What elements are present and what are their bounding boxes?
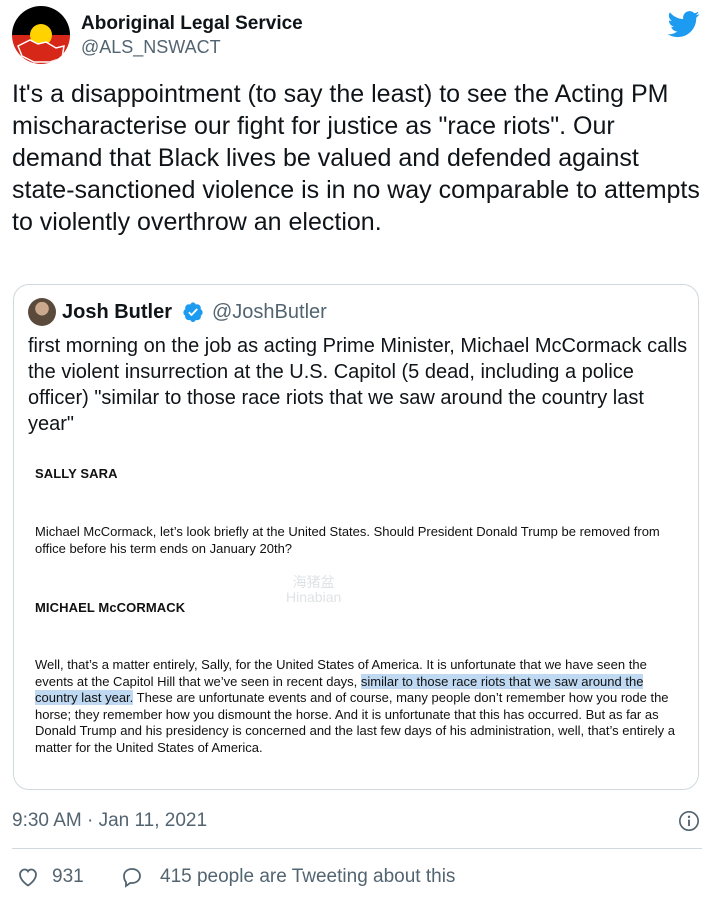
tweet-timestamp[interactable]: 9:30 AM · Jan 11, 2021	[12, 810, 207, 832]
author-name[interactable]: Aboriginal Legal Service	[81, 13, 303, 35]
tweet-actions: 931 415 people are Tweeting about this	[12, 862, 702, 892]
quoted-author-name[interactable]: Josh Butler	[62, 301, 172, 324]
speech-bubble-icon[interactable]	[120, 865, 144, 889]
watermark-line-2: Hinabian	[286, 589, 342, 605]
quoted-author-handle[interactable]: @JoshButler	[212, 301, 327, 324]
author-avatar[interactable]	[12, 6, 70, 64]
transcript-paragraph-1: Michael McCormack, let’s look briefly at…	[35, 524, 660, 556]
like-count[interactable]: 931	[52, 866, 84, 888]
transcript-image[interactable]: 海猪盆 Hinabian SALLY SARA Michael McCormac…	[14, 435, 697, 785]
info-icon[interactable]	[678, 810, 700, 832]
twitter-bird-icon[interactable]	[668, 8, 700, 40]
tweet-text: It's a disappointment (to say the least)…	[12, 80, 700, 236]
aboriginal-flag-logo	[12, 6, 70, 64]
author-handle[interactable]: @ALS_NSWACT	[81, 37, 221, 58]
transcript-speaker-2: MICHAEL McCORMACK	[35, 600, 186, 615]
watermark: 海猪盆 Hinabian	[286, 575, 341, 605]
quoted-tweet-text: first morning on the job as acting Prime…	[28, 335, 688, 435]
heart-icon[interactable]	[16, 865, 40, 889]
transcript-paragraph-2: Well, that’s a matter entirely, Sally, f…	[35, 657, 675, 756]
verified-badge-icon	[183, 302, 203, 322]
quoted-author-avatar[interactable]	[28, 298, 56, 326]
tweeting-about-link[interactable]: 415 people are Tweeting about this	[160, 866, 455, 888]
quoted-tweet[interactable]: Josh Butler @JoshButler first morning on…	[13, 284, 699, 790]
watermark-line-1: 海猪盆	[292, 574, 335, 590]
divider	[12, 848, 702, 849]
transcript-speaker-1: SALLY SARA	[35, 466, 118, 481]
tweet-header: Aboriginal Legal Service @ALS_NSWACT	[12, 6, 702, 66]
